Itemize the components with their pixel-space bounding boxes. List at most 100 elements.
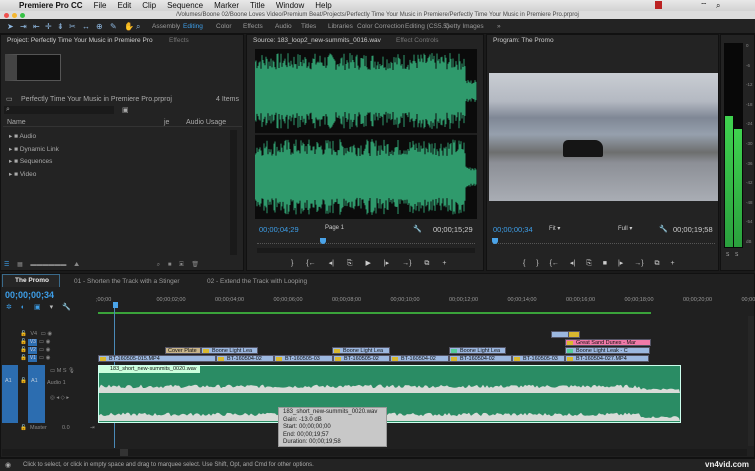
menu-sequence[interactable]: Sequence bbox=[167, 1, 203, 10]
list-item[interactable]: ▸ ■ Sequences bbox=[9, 156, 59, 169]
wrench-icon[interactable]: 🔧 bbox=[659, 225, 668, 233]
workspace-color-correction[interactable]: Color Correction bbox=[357, 23, 404, 30]
clip-v4-fx[interactable] bbox=[568, 331, 580, 338]
clip-v2[interactable]: Boone Light Lea bbox=[449, 347, 506, 354]
step-back-icon[interactable]: ◂| bbox=[570, 260, 575, 267]
solo-left-button[interactable]: S bbox=[726, 252, 729, 258]
source-patch-a1[interactable]: A1 bbox=[2, 365, 18, 423]
clip-v1[interactable]: BT-160505-03 bbox=[274, 355, 333, 362]
export-frame-icon[interactable]: ⧉ bbox=[655, 260, 660, 267]
source-waveform[interactable] bbox=[255, 49, 477, 219]
project-search-input[interactable]: ⌕ bbox=[4, 106, 114, 114]
workspace-editing-cs55[interactable]: Editing (CS5.5) bbox=[405, 23, 449, 30]
zoom-slider[interactable]: ▬▬▬▬▬▬ bbox=[30, 262, 66, 268]
step-back-icon[interactable]: ◂| bbox=[329, 260, 334, 267]
go-to-in-icon[interactable]: {← bbox=[550, 260, 559, 267]
icon-view-icon[interactable]: ▦ bbox=[17, 262, 23, 268]
mark-in-icon[interactable]: { bbox=[523, 260, 525, 267]
workspace-color[interactable]: Color bbox=[216, 23, 232, 30]
timeline-settings-icon[interactable]: 🔧 bbox=[62, 304, 71, 311]
go-to-in-icon[interactable]: {← bbox=[306, 260, 315, 267]
toggle-output-icon[interactable]: ▭ ◉ bbox=[39, 355, 51, 361]
menu-file[interactable]: File bbox=[94, 1, 107, 10]
workspace-assembly[interactable]: Assembly bbox=[152, 23, 180, 30]
export-frame-icon[interactable]: ⧉ bbox=[424, 260, 429, 267]
clip-v2[interactable]: Boone Light Lea bbox=[201, 347, 258, 354]
menu-help[interactable]: Help bbox=[315, 1, 331, 10]
clip-v1[interactable]: BT-160504-02 bbox=[390, 355, 449, 362]
snap-icon[interactable]: ✲ bbox=[6, 304, 12, 311]
menu-clip[interactable]: Clip bbox=[142, 1, 156, 10]
fit-select[interactable]: Fit ▾ bbox=[549, 225, 560, 232]
tab-sequence-02[interactable]: 02 - Extend the Track with Looping bbox=[207, 278, 307, 285]
nest-icon[interactable]: ▣ bbox=[34, 304, 41, 311]
clip-v1[interactable]: BT-160504-02 bbox=[216, 355, 274, 362]
clip-v1[interactable]: BT-160505-02 bbox=[333, 355, 390, 362]
timeline-timecode[interactable]: 00;00;00;34 bbox=[5, 290, 54, 300]
new-bin-icon[interactable]: ■ bbox=[168, 262, 172, 268]
column-audio-usage[interactable]: Audio Usage bbox=[186, 119, 226, 126]
tab-effect-controls[interactable]: Effect Controls bbox=[390, 35, 445, 47]
add-button-icon[interactable]: + bbox=[670, 260, 674, 267]
lock-icon[interactable]: 🔓 bbox=[20, 355, 27, 361]
step-forward-icon[interactable]: |▸ bbox=[618, 260, 623, 267]
list-item[interactable]: ▸ ■ Audio bbox=[9, 131, 59, 144]
workspace-titles[interactable]: Titles bbox=[301, 23, 316, 30]
sort-icon[interactable]: ⛰ bbox=[74, 262, 79, 268]
mark-out-icon[interactable]: } bbox=[291, 260, 293, 267]
program-timecode[interactable]: 00;00;00;34 bbox=[493, 225, 533, 234]
clip-v1[interactable]: BT-160504-02 bbox=[449, 355, 512, 362]
menu-marker[interactable]: Marker bbox=[214, 1, 239, 10]
source-playhead[interactable] bbox=[320, 238, 326, 244]
solo-right-button[interactable]: S bbox=[735, 252, 738, 258]
work-area-bar[interactable] bbox=[98, 312, 651, 314]
insert-icon[interactable]: ⎘ bbox=[347, 260, 353, 267]
zoom-window-button[interactable] bbox=[20, 13, 25, 18]
lock-icon[interactable]: 🔓 bbox=[20, 347, 27, 353]
list-item[interactable]: ▸ ■ Video bbox=[9, 169, 59, 182]
menu-title[interactable]: Title bbox=[250, 1, 265, 10]
clip-v2[interactable]: Cover Plate bbox=[165, 347, 201, 354]
tab-effects[interactable]: Effects bbox=[163, 35, 195, 47]
tab-the-promo[interactable]: The Promo bbox=[2, 274, 60, 287]
clip-v3[interactable]: Great Sand Dunes - Mar bbox=[565, 339, 651, 346]
tab-project[interactable]: Project: Perfectly Time Your Music in Pr… bbox=[1, 35, 159, 47]
workspace-audio[interactable]: Audio bbox=[275, 23, 292, 30]
tab-program[interactable]: Program: The Promo bbox=[487, 35, 560, 47]
program-playhead[interactable] bbox=[492, 238, 498, 244]
rate-stretch-tool-icon[interactable]: ⇟ bbox=[57, 22, 64, 31]
clip-v1[interactable]: BT-160505-03 bbox=[512, 355, 565, 362]
source-zoom-bar[interactable] bbox=[257, 248, 475, 253]
tab-source[interactable]: Source: 183_loop2_new-summits_0016.wav bbox=[247, 35, 387, 47]
lock-icon[interactable]: 🔓 bbox=[20, 425, 27, 431]
toggle-output-icon[interactable]: ▭ ◉ bbox=[41, 331, 53, 337]
status-icon[interactable] bbox=[655, 1, 662, 9]
minimize-window-button[interactable] bbox=[12, 13, 17, 18]
app-menu[interactable]: Premiere Pro CC bbox=[19, 1, 83, 10]
timeline-vertical-scrollbar[interactable] bbox=[748, 316, 754, 446]
zoom-tool-icon[interactable]: ⌕ bbox=[136, 22, 140, 32]
tab-sequence-01[interactable]: 01 - Shorten the Track with a Stinger bbox=[74, 278, 180, 285]
close-window-button[interactable] bbox=[4, 13, 9, 18]
audio-clip[interactable]: 183_short_new-summits_0020.wav bbox=[98, 365, 681, 423]
new-bin-icon[interactable]: ▣ bbox=[122, 106, 129, 114]
workspace-overflow[interactable]: » bbox=[497, 23, 501, 30]
list-view-icon[interactable]: ☰ bbox=[4, 262, 9, 268]
workspace-editing[interactable]: Editing bbox=[183, 23, 203, 30]
play-icon[interactable]: ▶ bbox=[365, 260, 370, 267]
razor-tool-icon[interactable]: ✂ bbox=[69, 22, 76, 31]
add-button-icon[interactable]: + bbox=[442, 260, 446, 267]
source-time-ruler[interactable] bbox=[257, 243, 475, 246]
add-marker-icon[interactable]: ▾ bbox=[50, 304, 54, 311]
menu-edit[interactable]: Edit bbox=[117, 1, 131, 10]
master-volume[interactable]: 0.0 bbox=[62, 425, 70, 431]
page-select[interactable]: Page 1 bbox=[325, 225, 344, 231]
hand-tool-icon[interactable]: ✋ bbox=[124, 22, 134, 31]
slip-tool-icon[interactable]: ↔ bbox=[82, 22, 90, 31]
wrench-icon[interactable]: 🔧 bbox=[413, 225, 422, 233]
timeline-horizontal-scrollbar[interactable] bbox=[2, 449, 747, 456]
toggle-output-icon[interactable]: ▭ ◉ bbox=[39, 347, 51, 353]
ripple-edit-tool-icon[interactable]: ⇤ bbox=[33, 22, 40, 31]
new-item-icon[interactable]: ▣ bbox=[179, 262, 184, 268]
lock-icon[interactable]: 🔓 bbox=[20, 378, 27, 384]
